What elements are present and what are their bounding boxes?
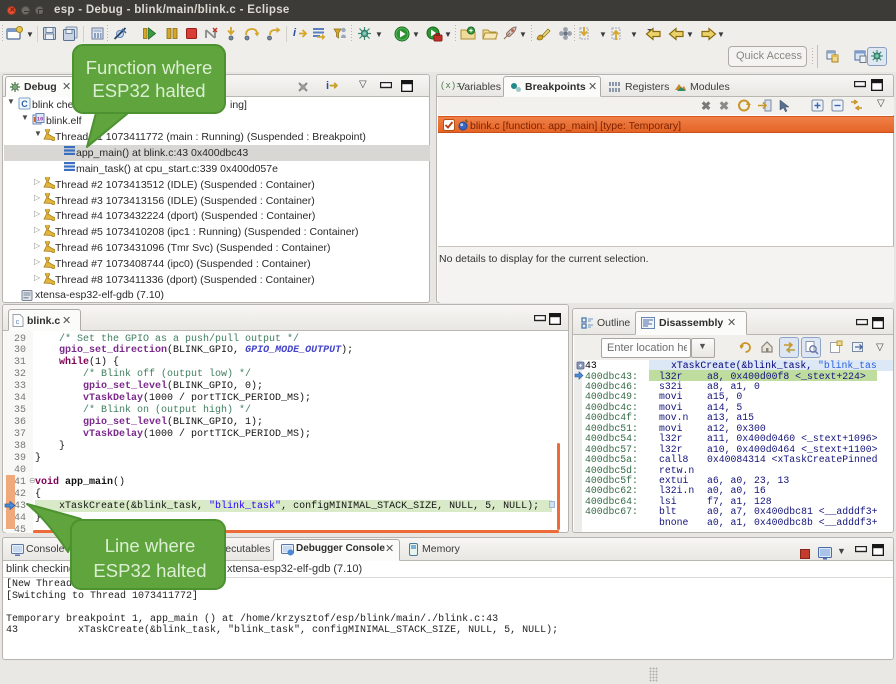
svg-text:c: c xyxy=(16,319,20,326)
svg-text:10: 10 xyxy=(37,116,44,123)
svg-text:C: C xyxy=(21,99,28,109)
